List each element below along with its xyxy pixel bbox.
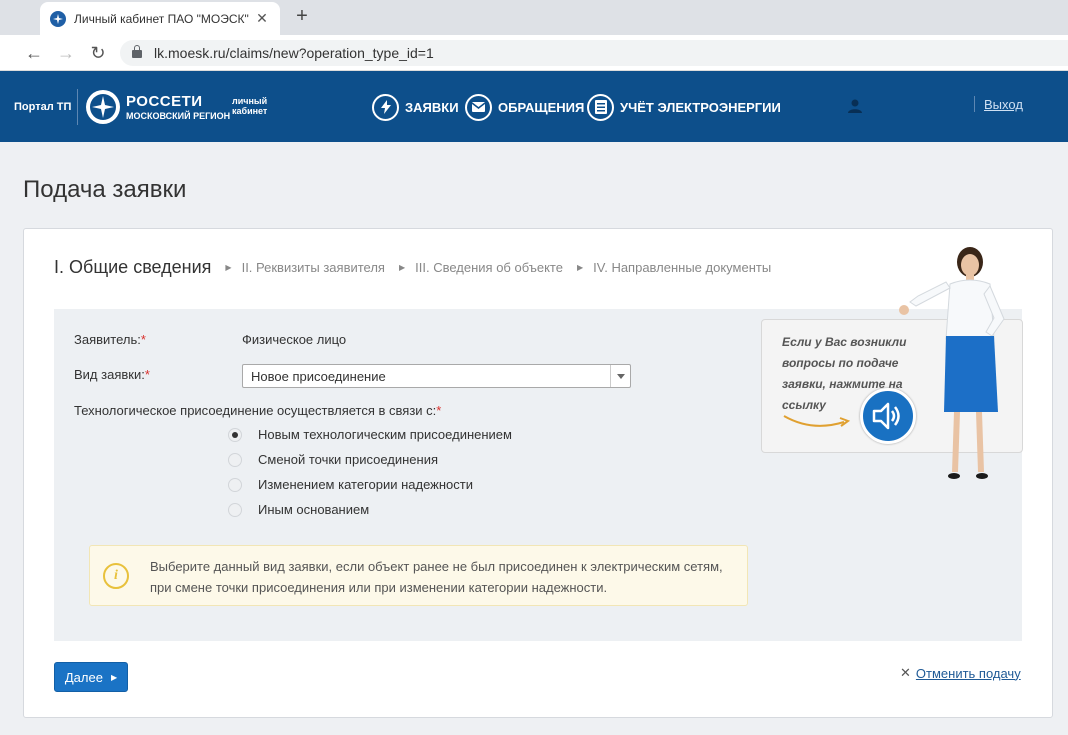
claim-type-value: Новое присоединение bbox=[251, 369, 386, 384]
chevron-down-icon bbox=[610, 365, 630, 387]
radio-label: Изменением категории надежности bbox=[258, 477, 474, 492]
url-text: lk.moesk.ru/claims/new?operation_type_id… bbox=[154, 45, 434, 61]
back-icon[interactable]: ← bbox=[24, 43, 44, 63]
forward-icon[interactable]: → bbox=[56, 43, 76, 63]
step-applicant-details[interactable]: II. Реквизиты заявителя bbox=[242, 260, 385, 275]
header-divider bbox=[974, 96, 975, 112]
new-tab-icon[interactable]: + bbox=[292, 6, 312, 26]
menu-label: ЗАЯВКИ bbox=[405, 99, 459, 115]
tab-close-icon[interactable]: ✕ bbox=[254, 10, 270, 27]
favicon-icon bbox=[50, 10, 66, 27]
step-object-info[interactable]: III. Сведения об объекте bbox=[415, 260, 563, 275]
lock-icon bbox=[132, 45, 142, 58]
applicant-value: Физическое лицо bbox=[242, 332, 347, 347]
claim-type-label: Вид заявки:* bbox=[74, 367, 150, 382]
radio-label: Новым технологическим присоединением bbox=[258, 427, 512, 442]
cancel-link[interactable]: ✕ Отменить подачу bbox=[900, 665, 1021, 681]
info-notice: i Выберите данный вид заявки, если объек… bbox=[89, 545, 748, 606]
claim-form-card: I. Общие сведения ▶ II. Реквизиты заявит… bbox=[23, 228, 1053, 718]
step-arrow-icon: ▶ bbox=[398, 263, 406, 272]
menu-label: УЧЁТ ЭЛЕКТРОЭНЕРГИИ bbox=[620, 99, 781, 115]
radio-button[interactable] bbox=[228, 452, 242, 467]
menu-item-claims[interactable]: ЗАЯВКИ bbox=[372, 93, 459, 121]
radio-reliability-change[interactable]: Изменением категории надежности bbox=[228, 477, 473, 492]
brand-region: МОСКОВСКИЙ РЕГИОН bbox=[126, 111, 231, 121]
browser-tab[interactable]: Личный кабинет ПАО "МОЭСК" ✕ bbox=[40, 2, 280, 35]
radio-point-change[interactable]: Сменой точки присоединения bbox=[228, 452, 438, 467]
site-header: Портал ТП РОССЕТИ МОСКОВСКИЙ РЕГИОН личн… bbox=[0, 71, 1068, 142]
wizard-steps: I. Общие сведения ▶ II. Реквизиты заявит… bbox=[54, 257, 771, 278]
reason-label: Технологическое присоединение осуществля… bbox=[74, 403, 442, 418]
menu-item-metering[interactable]: УЧЁТ ЭЛЕКТРОЭНЕРГИИ bbox=[587, 93, 781, 121]
logout-link[interactable]: Выход bbox=[984, 97, 1023, 112]
brand-name: РОССЕТИ bbox=[126, 93, 203, 110]
browser-tab-bar: Личный кабинет ПАО "МОЭСК" ✕ + bbox=[0, 0, 1068, 35]
header-divider bbox=[77, 89, 78, 125]
url-field[interactable]: lk.moesk.ru/claims/new?operation_type_id… bbox=[120, 40, 1068, 66]
next-button[interactable]: Далее ▶ bbox=[54, 662, 128, 692]
radio-button[interactable] bbox=[228, 477, 242, 492]
rosseti-logo-icon[interactable] bbox=[86, 90, 120, 124]
radio-button[interactable] bbox=[228, 502, 242, 517]
portal-label[interactable]: Портал ТП bbox=[14, 101, 71, 113]
applicant-label: Заявитель:* bbox=[74, 332, 146, 347]
reload-icon[interactable]: ↻ bbox=[88, 43, 108, 63]
chevron-right-icon: ▶ bbox=[110, 672, 118, 682]
step-arrow-icon: ▶ bbox=[225, 263, 232, 272]
radio-label: Сменой точки присоединения bbox=[258, 452, 439, 467]
address-bar: ← → ↻ lk.moesk.ru/claims/new?operation_t… bbox=[0, 35, 1068, 71]
menu-label: ОБРАЩЕНИЯ bbox=[498, 99, 585, 115]
meter-icon bbox=[587, 93, 614, 121]
cabinet-label: личный кабинет bbox=[232, 96, 268, 116]
claim-type-select[interactable]: Новое присоединение bbox=[242, 364, 631, 388]
step-general-info: I. Общие сведения bbox=[54, 257, 212, 277]
tab-title: Личный кабинет ПАО "МОЭСК" bbox=[74, 11, 249, 26]
radio-label: Иным основанием bbox=[258, 502, 370, 517]
lightning-icon bbox=[372, 93, 399, 121]
step-arrow-icon: ▶ bbox=[576, 263, 584, 272]
radio-button[interactable] bbox=[228, 427, 242, 442]
arrow-icon bbox=[783, 415, 851, 427]
step-documents[interactable]: IV. Направленные документы bbox=[593, 260, 771, 275]
cancel-label: Отменить подачу bbox=[915, 665, 1021, 681]
close-icon: ✕ bbox=[900, 665, 911, 680]
assistant-illustration bbox=[899, 247, 1005, 479]
info-icon: i bbox=[103, 563, 129, 589]
user-icon[interactable] bbox=[848, 99, 862, 113]
mail-icon bbox=[465, 93, 492, 121]
menu-item-appeals[interactable]: ОБРАЩЕНИЯ bbox=[465, 93, 584, 121]
radio-other-reason[interactable]: Иным основанием bbox=[228, 502, 369, 517]
page-title: Подача заявки bbox=[23, 176, 187, 203]
radio-new-connection[interactable]: Новым технологическим присоединением bbox=[228, 427, 512, 442]
next-button-label: Далее bbox=[64, 669, 103, 685]
info-text: Выберите данный вид заявки, если объект … bbox=[150, 559, 723, 595]
